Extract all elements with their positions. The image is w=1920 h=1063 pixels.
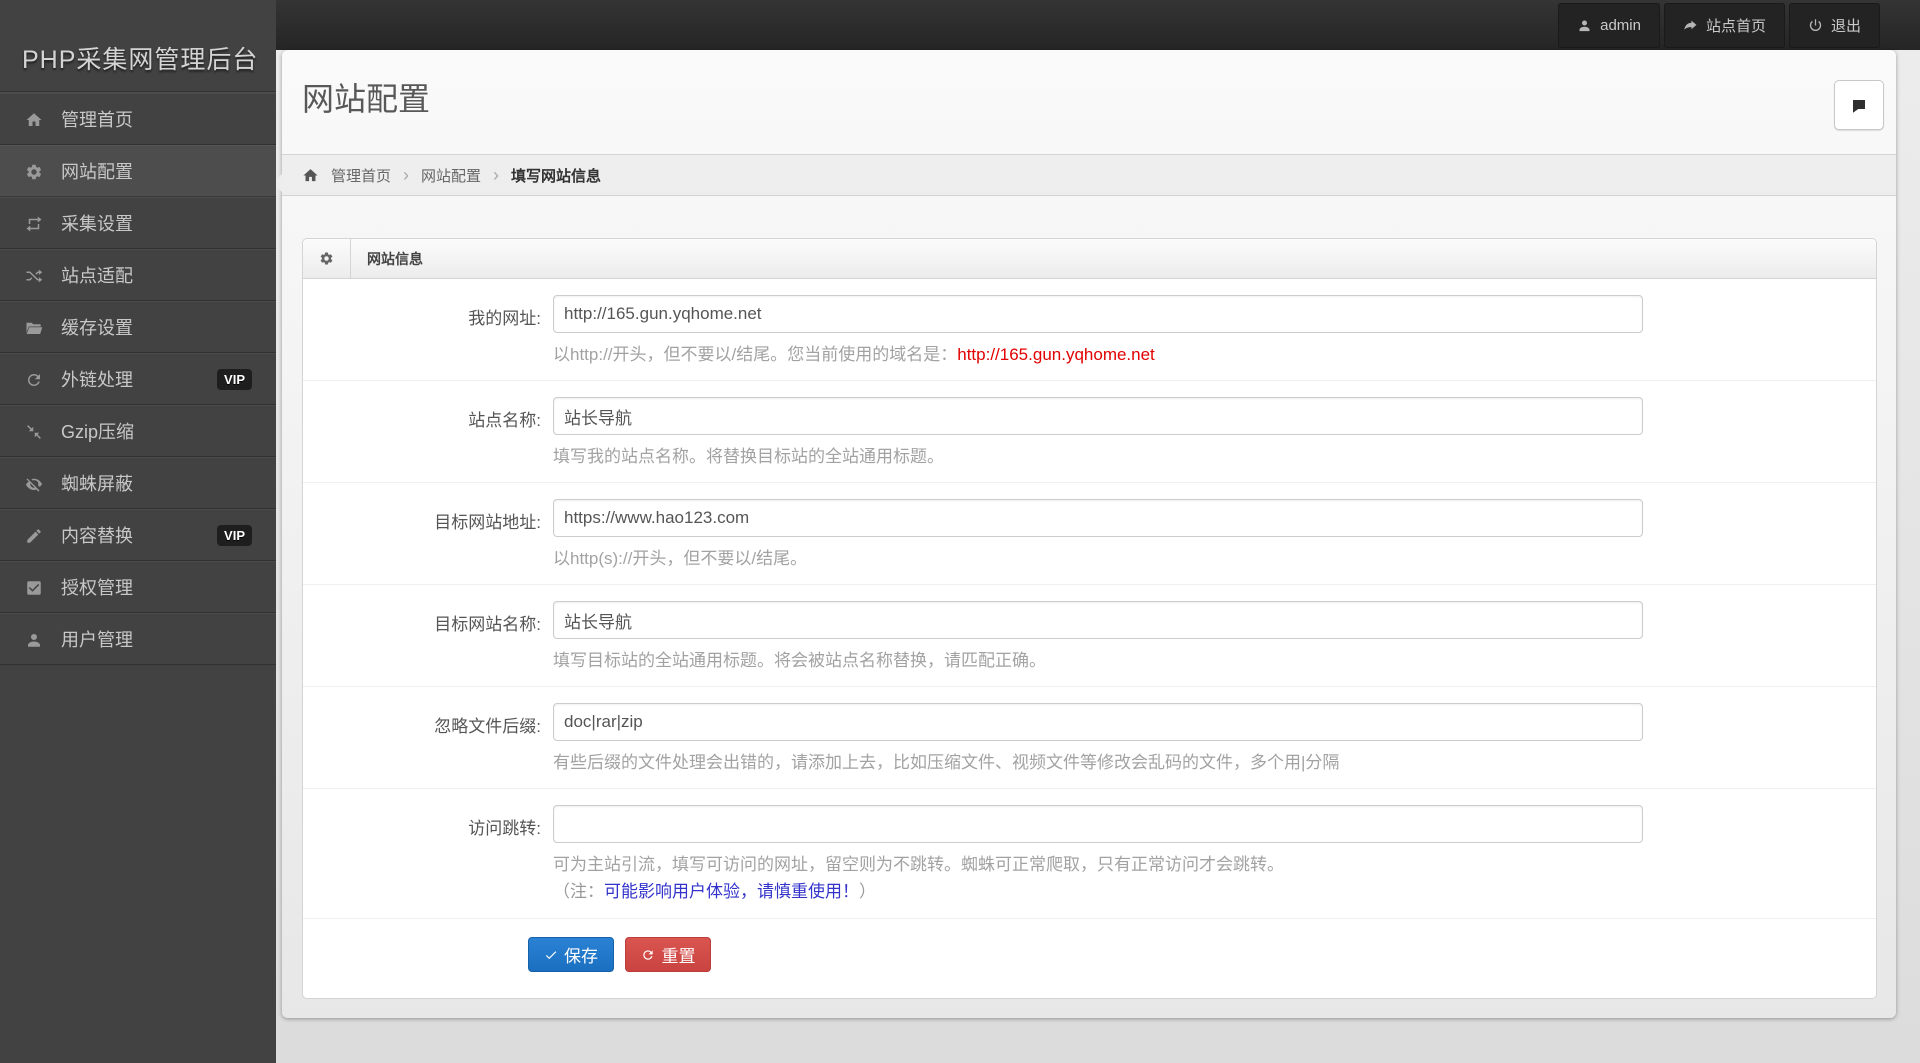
sidebar-item-label: 蜘蛛屏蔽: [61, 474, 133, 494]
panel-header: 网站信息: [303, 239, 1876, 279]
comment-button[interactable]: [1834, 80, 1884, 130]
home-icon: [302, 167, 319, 184]
breadcrumb-section-link[interactable]: 网站配置: [421, 165, 481, 186]
sidebar-item-label: 用户管理: [61, 630, 133, 650]
panel-title: 网站信息: [367, 251, 423, 267]
target-name-input[interactable]: [553, 601, 1643, 639]
content-card: 网站配置 管理首页 › 网站配置 › 填写网站信息 网站信息 我的网址: htt…: [272, 50, 1896, 1018]
sidebar-item-admin-home[interactable]: 管理首页: [0, 93, 276, 145]
current-domain-link[interactable]: http://165.gun.yqhome.net: [957, 345, 1155, 364]
help-text: 以http://开头，但不要以/结尾。您当前使用的域名是：: [553, 345, 958, 364]
main-content: 网站配置 管理首页 › 网站配置 › 填写网站信息 网站信息 我的网址: htt…: [272, 0, 1920, 1063]
page-title: 网站配置: [302, 81, 431, 117]
site-info-panel: 网站信息 我的网址: 以http://开头，但不要以/结尾。您当前使用的域名是：…: [302, 238, 1877, 999]
reset-button[interactable]: 重置: [625, 937, 712, 972]
sidebar-item-label: 外链处理: [61, 370, 133, 390]
sidebar-item-label: 管理首页: [61, 110, 133, 130]
breadcrumb-separator: ›: [403, 164, 410, 185]
save-button[interactable]: 保存: [528, 937, 614, 972]
field-label: 目标网站地址:: [434, 513, 541, 532]
field-help: 填写我的站点名称。将替换目标站的全站通用标题。: [553, 447, 944, 466]
sidebar-item-external-links[interactable]: 外链处理 VIP: [0, 353, 276, 405]
field-label: 站点名称:: [468, 411, 541, 430]
sidebar: PHP采集网管理后台 管理首页 网站配置 采集设置 站点适配 缓存设置 外链处理…: [0, 0, 276, 1063]
sidebar-item-label: 缓存设置: [61, 318, 133, 338]
form-actions: 保存 重置: [303, 919, 1876, 998]
target-url-input[interactable]: [553, 499, 1643, 537]
breadcrumb-separator: ›: [493, 164, 500, 185]
form-row-my-url: 我的网址: 以http://开头，但不要以/结尾。您当前使用的域名是：http:…: [303, 279, 1876, 381]
gear-icon: [24, 161, 44, 182]
sidebar-item-cache-settings[interactable]: 缓存设置: [0, 301, 276, 353]
field-label: 目标网站名称:: [434, 615, 541, 634]
user-icon: [24, 629, 44, 650]
breadcrumb-current: 填写网站信息: [511, 167, 602, 185]
compress-icon: [24, 421, 44, 442]
pencil-icon: [24, 525, 44, 546]
sidebar-nav: 管理首页 网站配置 采集设置 站点适配 缓存设置 外链处理 VIP Gzip压缩: [0, 92, 276, 665]
experience-warning-link[interactable]: 可能影响用户体验，请慎重使用！: [604, 882, 859, 901]
refresh-icon: [24, 369, 44, 390]
note-suffix: ）: [859, 882, 876, 901]
form-row-site-name: 站点名称: 填写我的站点名称。将替换目标站的全站通用标题。: [303, 381, 1876, 483]
sidebar-item-collect-settings[interactable]: 采集设置: [0, 197, 276, 249]
ignore-ext-input[interactable]: [553, 703, 1643, 741]
sidebar-item-gzip[interactable]: Gzip压缩: [0, 405, 276, 457]
form-row-redirect: 访问跳转: 可为主站引流，填写可访问的网址，留空则为不跳转。蜘蛛可正常爬取，只有…: [303, 789, 1876, 919]
form-row-target-name: 目标网站名称: 填写目标站的全站通用标题。将会被站点名称替换，请匹配正确。: [303, 585, 1876, 687]
vip-badge: VIP: [217, 524, 252, 546]
sidebar-item-site-adapt[interactable]: 站点适配: [0, 249, 276, 301]
redirect-input[interactable]: [553, 805, 1643, 843]
card-header: 网站配置: [282, 50, 1896, 154]
check-square-icon: [24, 577, 44, 598]
sidebar-item-spider-block[interactable]: 蜘蛛屏蔽: [0, 457, 276, 509]
panel-body: 我的网址: 以http://开头，但不要以/结尾。您当前使用的域名是：http:…: [303, 279, 1876, 998]
breadcrumb: 管理首页 › 网站配置 › 填写网站信息: [282, 154, 1896, 196]
folder-icon: [24, 317, 44, 338]
home-icon: [24, 109, 44, 130]
sidebar-item-site-config[interactable]: 网站配置: [0, 145, 276, 197]
sidebar-item-auth-manage[interactable]: 授权管理: [0, 561, 276, 613]
field-help: 填写目标站的全站通用标题。将会被站点名称替换，请匹配正确。: [553, 651, 1046, 670]
shuffle-icon: [24, 265, 44, 286]
gear-icon: [303, 239, 351, 278]
note-prefix: （注：: [553, 882, 604, 901]
sidebar-item-content-replace[interactable]: 内容替换 VIP: [0, 509, 276, 561]
field-label: 访问跳转:: [468, 819, 541, 838]
field-label: 忽略文件后缀:: [434, 717, 541, 736]
reset-button-label: 重置: [661, 947, 696, 966]
field-help: 以http://开头，但不要以/结尾。您当前使用的域名是：http://165.…: [553, 344, 1876, 366]
sidebar-item-label: 站点适配: [61, 266, 133, 286]
sidebar-item-label: Gzip压缩: [61, 422, 135, 442]
sidebar-item-label: 采集设置: [61, 214, 133, 234]
refresh-icon: [641, 948, 655, 962]
form-row-ignore-ext: 忽略文件后缀: 有些后缀的文件处理会出错的，请添加上去，比如压缩文件、视频文件等…: [303, 687, 1876, 789]
breadcrumb-home-link[interactable]: 管理首页: [331, 165, 391, 186]
comment-icon: [1850, 97, 1868, 115]
form-row-target-url: 目标网站地址: 以http(s)://开头，但不要以/结尾。: [303, 483, 1876, 585]
sidebar-item-label: 网站配置: [61, 162, 133, 182]
site-name-input[interactable]: [553, 397, 1643, 435]
collect-icon: [24, 213, 44, 234]
field-help: 有些后缀的文件处理会出错的，请添加上去，比如压缩文件、视频文件等修改会乱码的文件…: [553, 753, 1340, 772]
field-label: 我的网址:: [468, 309, 541, 328]
field-help: 可为主站引流，填写可访问的网址，留空则为不跳转。蜘蛛可正常爬取，只有正常访问才会…: [553, 855, 1284, 874]
eye-slash-icon: [24, 473, 44, 494]
check-icon: [544, 948, 558, 962]
sidebar-item-label: 内容替换: [61, 526, 133, 546]
sidebar-item-label: 授权管理: [61, 578, 133, 598]
sidebar-item-user-manage[interactable]: 用户管理: [0, 613, 276, 665]
vip-badge: VIP: [217, 368, 252, 390]
field-help: 以http(s)://开头，但不要以/结尾。: [553, 549, 808, 568]
my-url-input[interactable]: [553, 295, 1643, 333]
app-logo: PHP采集网管理后台: [0, 0, 276, 92]
save-button-label: 保存: [564, 947, 598, 966]
field-help-note: （注：可能影响用户体验，请慎重使用！）: [553, 880, 1876, 904]
